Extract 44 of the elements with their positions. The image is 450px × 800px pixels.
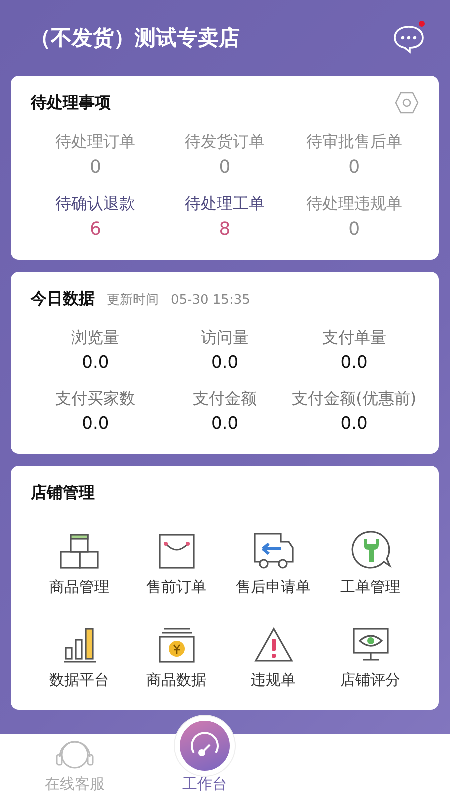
metric-value: 0.0	[211, 414, 239, 434]
message-icon[interactable]	[392, 21, 426, 55]
management-item[interactable]: 违规单	[225, 621, 322, 690]
pending-count: 0	[219, 157, 231, 178]
truck-icon	[252, 532, 294, 570]
management-item[interactable]: 售后申请单	[225, 528, 322, 597]
management-item[interactable]: 店铺评分	[322, 621, 419, 690]
pending-count: 0	[348, 157, 360, 178]
metric-label: 浏览量	[72, 328, 120, 349]
management-item[interactable]: 工单管理	[322, 528, 419, 597]
section-title: 店铺管理	[31, 482, 95, 504]
tab-bar-item[interactable]: 工作台	[140, 715, 270, 800]
management-item[interactable]: 数据平台	[31, 621, 128, 690]
metric-value: 0.0	[82, 353, 110, 373]
metric-label: 访问量	[200, 328, 249, 349]
metric-value: 0.0	[82, 414, 110, 434]
pending-count: 0	[90, 157, 102, 178]
section-title: 待处理事项	[31, 92, 111, 114]
management-item[interactable]: 售前订单	[128, 528, 225, 597]
monitor-eye-icon	[352, 627, 390, 663]
metric-value: 0.0	[211, 353, 239, 373]
management-item[interactable]: 商品管理	[31, 528, 128, 597]
pending-label[interactable]: 待确认退款	[56, 194, 136, 215]
pending-label[interactable]: 待处理工单	[184, 194, 265, 215]
wrench-icon	[350, 530, 392, 570]
section-title: 今日数据	[31, 288, 95, 310]
metric-label: 支付单量	[322, 328, 386, 349]
metric-label: 支付金额	[192, 389, 257, 410]
warning-icon	[254, 627, 294, 663]
metric-label: 支付买家数	[56, 389, 136, 410]
pending-count: 0	[348, 219, 360, 240]
pending-count: 8	[219, 219, 231, 240]
metric-value: 0.0	[340, 414, 368, 434]
store-title: （不发货）测试专卖店	[30, 25, 240, 52]
update-time: 05-30 15:35	[171, 292, 250, 308]
metric-value: 0.0	[340, 353, 368, 373]
shopping-bag-icon	[158, 534, 196, 570]
update-label: 更新时间	[107, 292, 159, 308]
pending-count: 6	[90, 219, 102, 240]
management-item[interactable]: 商品数据	[128, 621, 225, 690]
metric-label: 支付金额(优惠前)	[292, 389, 417, 410]
boxes-icon	[60, 534, 100, 570]
bar-chart-icon	[62, 627, 96, 663]
coin-icon	[158, 627, 196, 663]
